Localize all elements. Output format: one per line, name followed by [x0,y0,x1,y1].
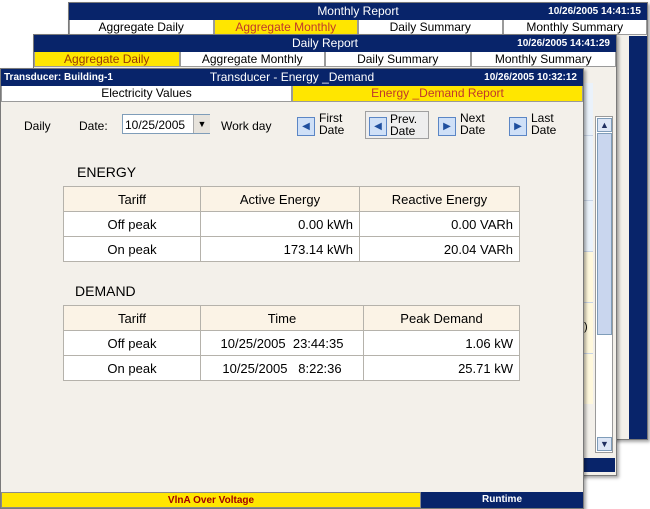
cell-strip [583,83,593,136]
tab-aggregate-daily[interactable]: Aggregate Daily [34,52,180,67]
runtime-status: Runtime [421,492,583,508]
cell-strip [583,252,593,303]
daily-report-status-strip [582,458,615,472]
first-label-2: Date [319,123,345,137]
table-row: On peak 173.14 kWh 20.04 VARh [63,236,520,262]
energy-demand-titlebar: Transducer: Building-1 Transducer - Ener… [1,69,583,86]
window-datetime: 10/26/2005 14:41:15 [548,6,641,17]
column-header: Peak Demand [363,305,520,331]
table-cell: 1.06 kW [363,330,520,356]
column-header: Time [200,305,364,331]
table-cell: 10/25/2005 8:22:36 [200,355,364,381]
tab-daily-summary[interactable]: Daily Summary [325,52,471,67]
tab-daily-summary[interactable]: Daily Summary [358,20,503,35]
table-cell: Off peak [63,211,201,237]
table-cell: Off peak [63,330,201,356]
first-date-button[interactable]: ◀ First Date [297,112,357,138]
cell-strip [583,354,593,404]
demand-table: Tariff Time Peak Demand Off peak 10/25/2… [63,305,520,381]
day-type-label: Work day [221,119,272,133]
monthly-report-titlebar: Monthly Report 10/26/2005 14:41:15 [69,3,647,20]
table-cell: On peak [63,236,201,262]
tab-aggregate-monthly[interactable]: Aggregate Monthly [213,20,358,35]
status-bar: VlnA Over Voltage Runtime [1,492,583,508]
table-header-row: Tariff Time Peak Demand [63,305,520,331]
date-label: Date: [79,119,108,133]
tab-aggregate-daily[interactable]: Aggregate Daily [69,20,214,35]
chevron-down-icon[interactable]: ▼ [193,115,210,133]
table-row: Off peak 0.00 kWh 0.00 VARh [63,211,520,237]
table-cell: 0.00 kWh [200,211,360,237]
column-header: Active Energy [200,186,360,212]
table-cell: On peak [63,355,201,381]
tab-electricity-values[interactable]: Electricity Values [1,86,292,102]
tab-monthly-summary[interactable]: Monthly Summary [502,20,647,35]
table-cell: 25.71 kW [363,355,520,381]
table-cell: 10/25/2005 23:44:35 [200,330,364,356]
report-content: Daily Date: 10/25/2005 ▼ Work day ◀ Firs… [1,102,583,490]
scroll-thumb[interactable] [597,133,612,335]
prev-icon: ◀ [369,117,387,136]
daily-report-titlebar: Daily Report 10/26/2005 14:41:29 [34,35,616,52]
tab-monthly-summary[interactable]: Monthly Summary [470,52,616,67]
monthly-report-tabs: Aggregate Daily Aggregate Monthly Daily … [69,20,647,35]
table-cell: 173.14 kWh [200,236,360,262]
tab-energy-demand-report[interactable]: Energy _Demand Report [292,86,583,102]
energy-table: Tariff Active Energy Reactive Energy Off… [63,186,520,262]
column-header: Reactive Energy [359,186,520,212]
next-date-button[interactable]: ▶ Next Date [438,112,498,138]
column-header: Tariff [63,305,201,331]
scroll-up-button[interactable]: ▲ [597,118,612,132]
table-header-row: Tariff Active Energy Reactive Energy [63,186,520,212]
energy-heading: ENERGY [77,164,137,180]
window-datetime: 10/26/2005 14:41:29 [517,38,610,49]
table-cell: 20.04 VARh [359,236,520,262]
cell-strip [583,201,593,252]
truncated-text: ) [584,321,588,333]
next-label-2: Date [460,123,486,137]
last-date-button[interactable]: ▶ Last Date [509,112,569,138]
window-datetime: 10/26/2005 10:32:12 [484,72,577,83]
cell-strip [583,136,593,201]
cell-strip: ) [583,303,593,354]
scroll-down-button[interactable]: ▼ [597,437,612,451]
table-row: Off peak 10/25/2005 23:44:35 1.06 kW [63,330,520,356]
daily-report-side-strip: ) ▲ ▼ [583,83,615,457]
prev-date-button[interactable]: ◀ Prev. Date [365,111,429,139]
table-cell: 0.00 VARh [359,211,520,237]
next-icon: ▶ [438,117,456,136]
last-icon: ▶ [509,117,527,136]
table-row: On peak 10/25/2005 8:22:36 25.71 kW [63,355,520,381]
alarm-status: VlnA Over Voltage [1,492,421,508]
mode-label: Daily [24,119,51,133]
column-header: Tariff [63,186,201,212]
prev-label-2: Date [390,124,416,138]
demand-heading: DEMAND [75,283,136,299]
daily-report-tabs: Aggregate Daily Aggregate Monthly Daily … [34,52,616,67]
first-icon: ◀ [297,117,315,136]
monthly-report-side-panel [629,36,647,439]
tab-aggregate-monthly[interactable]: Aggregate Monthly [179,52,325,67]
vertical-scrollbar[interactable]: ▲ ▼ [595,116,613,453]
last-label-2: Date [531,123,557,137]
energy-demand-tabs: Electricity Values Energy _Demand Report [1,86,583,102]
energy-demand-window: Transducer: Building-1 Transducer - Ener… [0,68,584,509]
